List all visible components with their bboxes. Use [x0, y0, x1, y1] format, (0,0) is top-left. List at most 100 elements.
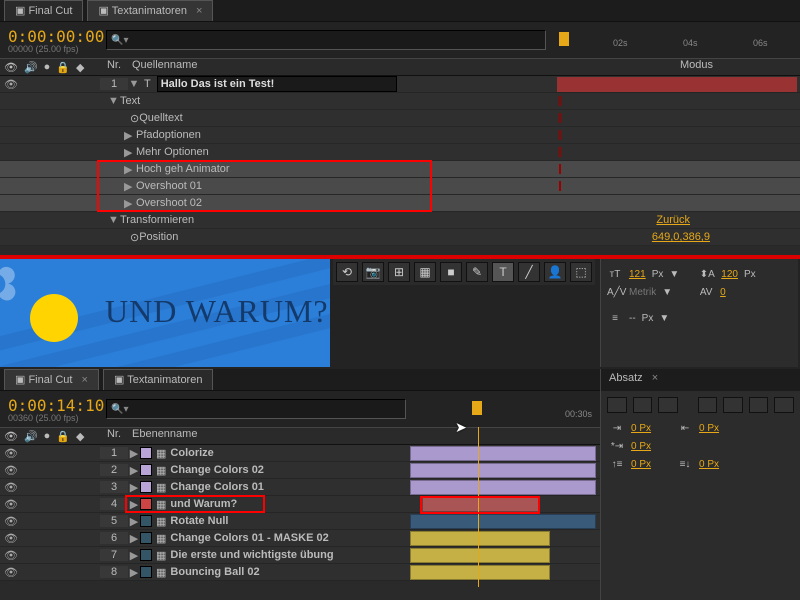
twirl-icon[interactable]: ▼	[108, 95, 120, 107]
label-swatch[interactable]	[140, 481, 152, 493]
close-icon[interactable]: ×	[196, 5, 202, 17]
layer-bar[interactable]	[410, 480, 596, 495]
close-icon[interactable]: ×	[652, 372, 658, 384]
align-right-button[interactable]	[658, 397, 678, 413]
tracking-value[interactable]: 0	[720, 287, 726, 298]
tab-final-cut[interactable]: ▣ Final Cut ×	[4, 369, 99, 390]
eye-icon[interactable]: 👁	[4, 464, 16, 476]
track-area[interactable]	[410, 445, 596, 585]
twirl-icon[interactable]: ▶	[128, 532, 140, 545]
layer-bar[interactable]	[410, 463, 596, 478]
brush-tool-icon[interactable]: ╱	[518, 262, 540, 282]
dropdown-icon[interactable]: ▼	[662, 287, 672, 298]
grid2-tool-icon[interactable]: ▦	[414, 262, 436, 282]
solo-icon[interactable]: ●	[44, 61, 51, 73]
panel-tab[interactable]: Absatz ×	[601, 369, 800, 391]
col-number[interactable]: Nr.	[100, 59, 128, 75]
layer-bar[interactable]	[557, 77, 797, 92]
puppet-tool-icon[interactable]: 👤	[544, 262, 566, 282]
label-swatch[interactable]	[140, 515, 152, 527]
space-before-value[interactable]: 0 Px	[631, 459, 651, 470]
label-swatch[interactable]	[140, 464, 152, 476]
search-input[interactable]: 🔍▾	[106, 30, 546, 50]
twirl-icon[interactable]: ▶	[124, 129, 136, 142]
twirl-icon[interactable]: ▶	[124, 146, 136, 159]
layer-bar[interactable]	[410, 446, 596, 461]
search-input[interactable]: 🔍▾	[106, 399, 406, 419]
rect-tool-icon[interactable]: ■	[440, 262, 462, 282]
eye-icon[interactable]: 👁	[4, 481, 16, 493]
track-area[interactable]	[557, 76, 797, 236]
col-mode[interactable]: Modus	[680, 59, 800, 75]
pen-tool-icon[interactable]: ✎	[466, 262, 488, 282]
label-swatch[interactable]	[140, 549, 152, 561]
indent-right-value[interactable]: 0 Px	[699, 423, 719, 434]
playhead-icon[interactable]	[472, 401, 482, 415]
col-number[interactable]: Nr.	[100, 428, 128, 444]
grid-tool-icon[interactable]: ⊞	[388, 262, 410, 282]
layer-bar[interactable]	[410, 565, 550, 580]
close-icon[interactable]: ×	[82, 374, 88, 386]
eye-icon[interactable]: 👁	[4, 532, 16, 544]
layer-name-input[interactable]	[157, 76, 397, 92]
col-source[interactable]: Quellenname	[128, 59, 680, 75]
lock-icon[interactable]: 🔒	[56, 61, 70, 74]
speaker-icon[interactable]: 🔊	[24, 61, 38, 74]
twirl-icon[interactable]: ▶	[128, 566, 140, 579]
eye-icon[interactable]: 👁	[4, 549, 16, 561]
label-icon[interactable]: ◆	[76, 430, 84, 443]
dropdown-icon[interactable]: ▼	[659, 313, 669, 324]
twirl-icon[interactable]: ▼	[108, 214, 120, 226]
camera-tool-icon[interactable]: 📷	[362, 262, 384, 282]
align-center-button[interactable]	[633, 397, 653, 413]
label-swatch[interactable]	[140, 532, 152, 544]
eye-icon[interactable]: 👁	[4, 430, 18, 443]
shape-tool-icon[interactable]: ⬚	[570, 262, 592, 282]
eye-icon[interactable]: 👁	[4, 566, 16, 578]
justify-all-button[interactable]	[774, 397, 794, 413]
align-left-button[interactable]	[607, 397, 627, 413]
twirl-icon[interactable]: ▶	[128, 515, 140, 528]
timeline-ruler[interactable]: 02s 04s 06s	[557, 24, 796, 56]
indent-left-value[interactable]: 0 Px	[631, 423, 651, 434]
current-timecode[interactable]: 0:00:14:10	[0, 396, 100, 415]
col-layername[interactable]: Ebenenname	[128, 428, 600, 444]
composition-viewer[interactable]: ✿ UND WARUM?	[0, 259, 330, 367]
space-after-value[interactable]: 0 Px	[699, 459, 719, 470]
twirl-icon[interactable]: ▶	[128, 464, 140, 477]
tab-textanimatoren[interactable]: ▣ Textanimatoren	[103, 369, 213, 390]
layer-bar[interactable]	[410, 514, 596, 529]
justify-center-button[interactable]	[723, 397, 743, 413]
justify-left-button[interactable]	[698, 397, 718, 413]
twirl-icon[interactable]: ▶	[124, 197, 136, 210]
tab-textanimatoren[interactable]: ▣ Textanimatoren ×	[87, 0, 213, 21]
baseline-value[interactable]: --	[629, 313, 636, 324]
tab-final-cut[interactable]: ▣ Final Cut	[4, 0, 83, 21]
label-icon[interactable]: ◆	[76, 61, 84, 74]
label-swatch[interactable]	[140, 447, 152, 459]
rotate-tool-icon[interactable]: ⟲	[336, 262, 358, 282]
kerning-value[interactable]: Metrik	[629, 287, 656, 298]
indent-first-value[interactable]: 0 Px	[631, 441, 651, 452]
stopwatch-icon[interactable]: ⊙	[130, 112, 139, 125]
layer-bar[interactable]	[410, 531, 550, 546]
twirl-icon[interactable]: ▶	[124, 180, 136, 193]
twirl-icon[interactable]: ▶	[128, 481, 140, 494]
eye-icon[interactable]: 👁	[4, 78, 16, 90]
stopwatch-icon[interactable]: ⊙	[130, 231, 139, 244]
lock-icon[interactable]: 🔒	[56, 430, 70, 443]
speaker-icon[interactable]: 🔊	[24, 430, 38, 443]
eye-icon[interactable]: 👁	[4, 447, 16, 459]
label-swatch[interactable]	[140, 566, 152, 578]
font-size-value[interactable]: 121	[629, 269, 646, 280]
type-tool-icon[interactable]: T	[492, 262, 514, 282]
justify-right-button[interactable]	[749, 397, 769, 413]
layer-bar[interactable]	[410, 548, 550, 563]
twirl-icon[interactable]: ▶	[128, 447, 140, 460]
leading-value[interactable]: 120	[721, 269, 738, 280]
solo-icon[interactable]: ●	[44, 430, 51, 442]
twirl-icon[interactable]: ▶	[124, 163, 136, 176]
twirl-icon[interactable]: ▼	[128, 78, 140, 90]
twirl-icon[interactable]: ▶	[128, 549, 140, 562]
dropdown-icon[interactable]: ▼	[669, 269, 679, 280]
